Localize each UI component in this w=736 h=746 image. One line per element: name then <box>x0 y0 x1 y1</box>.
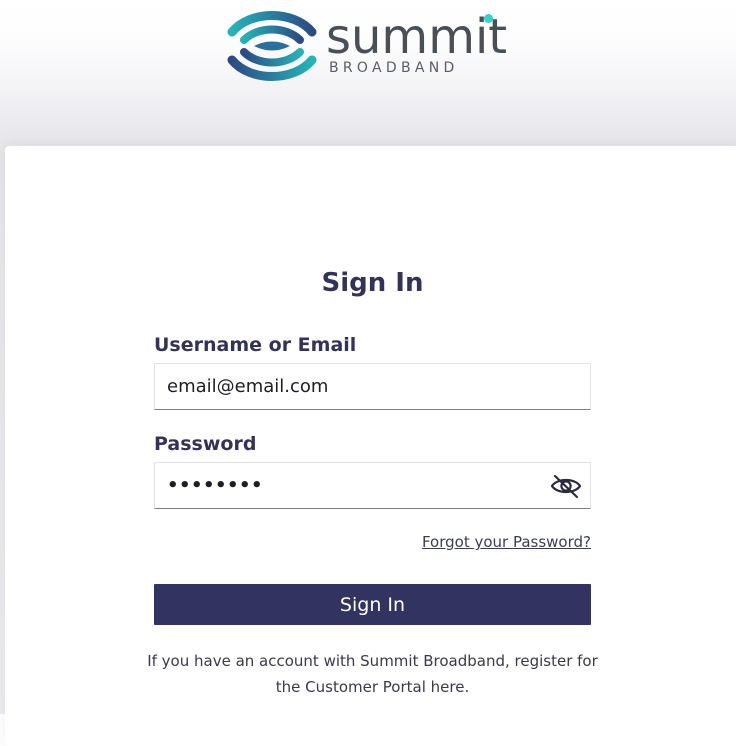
username-label: Username or Email <box>154 334 357 356</box>
summit-broadband-logo[interactable]: summit BROADBAND <box>226 6 526 86</box>
eye-slash-icon <box>550 474 582 499</box>
register-text-line-1: If you have an account with Summit Broad… <box>147 652 598 670</box>
forgot-password-link[interactable]: Forgot your Password? <box>420 533 591 551</box>
logo-wordmark: summit <box>326 9 508 65</box>
username-input[interactable]: email@email.com <box>154 363 591 410</box>
logo-subtitle: BROADBAND <box>329 60 459 76</box>
register-text[interactable]: If you have an account with Summit Broad… <box>120 648 625 700</box>
password-visibility-toggle[interactable] <box>547 469 585 503</box>
password-input[interactable]: •••••••• <box>154 462 591 509</box>
username-value: email@email.com <box>167 376 329 397</box>
page-header: summit BROADBAND <box>0 0 736 140</box>
password-value: •••••••• <box>167 475 264 496</box>
register-text-line-2: the Customer Portal here. <box>275 678 470 696</box>
logo-dot <box>484 14 493 23</box>
summit-logo-mark-icon <box>227 11 317 81</box>
password-label: Password <box>154 433 257 455</box>
page-title: Sign In <box>321 268 424 298</box>
sign-in-button[interactable]: Sign In <box>154 584 591 625</box>
